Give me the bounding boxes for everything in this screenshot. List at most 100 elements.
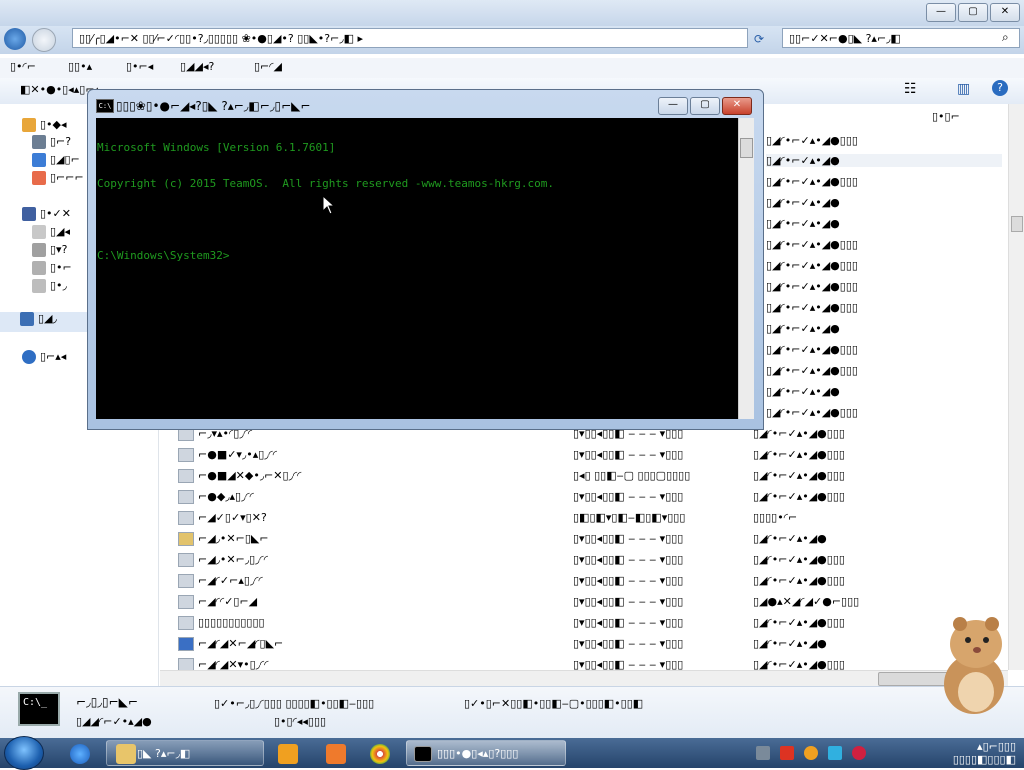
network-icon bbox=[22, 350, 36, 364]
help-icon[interactable]: ? bbox=[992, 80, 1008, 96]
display-icon[interactable] bbox=[828, 746, 842, 760]
start-button[interactable] bbox=[4, 736, 44, 770]
details-name: ⌐◞▯◞▯⌐◣⌐ bbox=[76, 695, 138, 709]
table-row[interactable]: ⌐◢◜◜✓▯⌐◢ ▯▾▯▯◂▯▯◧ ‒ ‒ ‒ ▾▯▯▯ ▯◢●▴✕◢◜◢✓●⌐▯▯… bbox=[160, 592, 1008, 613]
list-item[interactable]: ▯◢◜•⌐✓▴•◢●▯▯▯ bbox=[766, 134, 858, 147]
monitor-icon bbox=[178, 637, 194, 651]
list-item[interactable]: ▯◢◜•⌐✓▴•◢●▯▯▯ bbox=[766, 301, 858, 314]
list-item[interactable]: ▯◢◜•⌐✓▴•◢●▯▯▯ bbox=[766, 364, 858, 377]
folder-icon bbox=[178, 448, 194, 462]
list-item[interactable]: ▯◢◜•⌐✓▴•◢●▯▯▯ bbox=[766, 238, 858, 251]
list-item[interactable]: ▯◢◜•⌐✓▴•◢●▯▯▯ bbox=[766, 280, 858, 293]
back-icon[interactable] bbox=[4, 28, 26, 50]
music-icon bbox=[32, 243, 46, 257]
nav-item[interactable]: ▯•◆◂ bbox=[22, 118, 67, 132]
menu-help[interactable]: ▯⌐◜◢ bbox=[254, 60, 282, 73]
details-size: ▯•▯◜◂◂▯▯▯ bbox=[274, 715, 327, 728]
table-row[interactable]: ⌐◢◞•✕⌐▯◣⌐ ▯▾▯▯◂▯▯◧ ‒ ‒ ‒ ▾▯▯▯ ▯◢◜•⌐✓▴•◢● bbox=[160, 529, 1008, 550]
nav-item[interactable]: ▯⌐? bbox=[32, 135, 71, 149]
folder-icon bbox=[116, 744, 136, 764]
nav-item[interactable]: ▯⌐▴◂ bbox=[22, 350, 66, 364]
tray-app-icon[interactable] bbox=[756, 746, 770, 760]
nav-item[interactable]: ▯◢◂ bbox=[32, 225, 70, 239]
downloads-icon bbox=[32, 153, 46, 167]
pictures-icon bbox=[32, 261, 46, 275]
search-icon[interactable]: ⌕ bbox=[1002, 30, 1009, 45]
search-input[interactable]: ▯▯⌐✓✕⌐●▯◣ ?▴⌐◞◧ bbox=[782, 28, 1020, 48]
table-row[interactable]: ⌐●■✓▾◞•▴▯◞◜◜ ▯▾▯▯◂▯▯◧ ‒ ‒ ‒ ▾▯▯▯ ▯◢◜•⌐✓▴•◢… bbox=[160, 445, 1008, 466]
menu-file[interactable]: ▯•◜⌐ bbox=[10, 60, 36, 73]
console-minimize-button[interactable]: — bbox=[658, 97, 688, 115]
antivirus-icon[interactable] bbox=[780, 746, 794, 760]
documents-icon bbox=[32, 225, 46, 239]
console-prompt: C:\Windows\System32> bbox=[97, 249, 230, 262]
scroll-thumb[interactable] bbox=[1011, 216, 1023, 232]
details-modified: ▯✓•⌐◞▯◞◜▯▯▯ ▯▯▯▯◧•▯▯◧‒▯▯▯ bbox=[214, 697, 375, 710]
list-item[interactable]: ▯◢◜•⌐✓▴•◢●▯▯▯ bbox=[766, 259, 858, 272]
table-row[interactable]: ⌐◢◜✓⌐▴▯◞◜◜ ▯▾▯▯◂▯▯◧ ‒ ‒ ‒ ▾▯▯▯ ▯◢◜•⌐✓▴•◢●▯… bbox=[160, 571, 1008, 592]
nav-item[interactable]: ▯▾? bbox=[32, 243, 67, 257]
nav-item[interactable]: ▯⌐⌐⌐ bbox=[32, 171, 84, 185]
folder-icon bbox=[178, 490, 194, 504]
console-output[interactable]: Microsoft Windows [Version 6.1.7601] Cop… bbox=[97, 118, 737, 274]
table-row[interactable]: ⌐◢✓▯✓▾▯✕? ▯◧▯◧▾▯◧‒◧▯◧▾▯▯▯ ▯▯▯▯•◜⌐ bbox=[160, 508, 1008, 529]
search-tray-icon[interactable] bbox=[804, 746, 818, 760]
internet-explorer-icon[interactable] bbox=[70, 744, 90, 764]
videos-icon bbox=[32, 279, 46, 293]
list-item[interactable]: ▯◢◜•⌐✓▴•◢● bbox=[766, 385, 840, 398]
details-type: ▯◢◢◜⌐✓•▴◢● bbox=[76, 715, 152, 728]
table-row[interactable]: ⌐●◆◞▴▯◞◜◜ ▯▾▯▯◂▯▯◧ ‒ ‒ ‒ ▾▯▯▯ ▯◢◜•⌐✓▴•◢●▯▯… bbox=[160, 487, 1008, 508]
menu-edit[interactable]: ▯▯•▴ bbox=[68, 60, 92, 73]
console-scrollbar[interactable] bbox=[738, 118, 754, 419]
list-item[interactable]: ▯◢◜•⌐✓▴•◢●▯▯▯ bbox=[766, 406, 858, 419]
console-scroll-thumb[interactable] bbox=[740, 138, 753, 158]
forward-icon[interactable] bbox=[32, 28, 56, 52]
table-row[interactable]: ▯▯▯▯▯▯▯▯▯▯▯ ▯▾▯▯◂▯▯◧ ‒ ‒ ‒ ▾▯▯▯ ▯◢◜•⌐✓▴•◢●… bbox=[160, 613, 1008, 634]
table-row[interactable]: ⌐●■◢✕◆•◞⌐✕▯◞◜◜ ▯◂▯ ▯▯◧‒▢ ▯▯▯▢▯▯▯▯ ▯◢◜•⌐✓▴•… bbox=[160, 466, 1008, 487]
folder-icon bbox=[178, 574, 194, 588]
list-item[interactable]: ▯◢◜•⌐✓▴•◢● bbox=[766, 196, 840, 209]
nav-item[interactable]: ▯•⌐ bbox=[32, 261, 72, 275]
list-item[interactable]: ▯◢◜•⌐✓▴•◢● bbox=[766, 322, 840, 335]
list-item[interactable]: ▯◢◜•⌐✓▴•◢● bbox=[766, 217, 840, 230]
menu-view[interactable]: ▯•⌐◂ bbox=[126, 60, 153, 73]
computer-icon bbox=[20, 312, 34, 326]
installer-icon bbox=[178, 532, 194, 546]
column-header[interactable]: ▯•▯⌐ bbox=[932, 110, 960, 123]
media-player-icon[interactable] bbox=[278, 744, 298, 764]
explorer-title-bar: — ▢ ✕ bbox=[0, 0, 1024, 26]
close-button[interactable]: ✕ bbox=[990, 3, 1020, 22]
console-line: Microsoft Windows [Version 6.1.7601] bbox=[97, 141, 336, 154]
nav-item[interactable]: ▯•✓✕ bbox=[22, 207, 71, 221]
address-bar[interactable]: ▯▯⁄╭▯◢•⌐✕ ▯▯⁄⌐✓◜▯▯•?◞▯▯▯▯▯ ❀•●▯◢•? ▯▯◣•?… bbox=[72, 28, 748, 48]
minimize-button[interactable]: — bbox=[926, 3, 956, 22]
favorites-icon bbox=[22, 118, 36, 132]
menu-tools[interactable]: ▯◢◢◂? bbox=[180, 60, 214, 73]
recording-icon[interactable] bbox=[852, 746, 866, 760]
refresh-icon[interactable]: ⟳ bbox=[754, 32, 764, 46]
preview-pane-icon[interactable]: ▥ bbox=[957, 81, 970, 97]
folder-icon bbox=[178, 553, 194, 567]
console-line: Copyright (c) 2015 TeamOS. All rights re… bbox=[97, 177, 554, 190]
nav-item[interactable]: ▯•◞ bbox=[32, 279, 67, 293]
view-options-icon[interactable]: ☷ bbox=[904, 81, 917, 97]
menu-bar: ▯•◜⌐ ▯▯•▴ ▯•⌐◂ ▯◢◢◂? ▯⌐◜◢ bbox=[0, 58, 1024, 79]
system-clock[interactable]: ▴▯⌐▯▯▯ ▯▯▯▯◧▯▯▯◧ bbox=[876, 740, 1016, 766]
list-item[interactable]: ▯◢◜•⌐✓▴•◢●▯▯▯ bbox=[766, 175, 858, 188]
file-icon bbox=[178, 511, 194, 525]
app-icon[interactable] bbox=[326, 744, 346, 764]
console-close-button[interactable]: ✕ bbox=[722, 97, 752, 115]
table-row[interactable]: ⌐◢◜◢✕⌐◢◜▯◣⌐ ▯▾▯▯◂▯▯◧ ‒ ‒ ‒ ▾▯▯▯ ▯◢◜•⌐✓▴•◢● bbox=[160, 634, 1008, 655]
console-maximize-button[interactable]: ▢ bbox=[690, 97, 720, 115]
chrome-icon[interactable] bbox=[370, 744, 390, 764]
hamster-mascot-icon bbox=[944, 617, 1004, 714]
nav-item[interactable]: ▯◢▯⌐ bbox=[32, 153, 80, 167]
list-item[interactable]: ▯◢◜•⌐✓▴•◢●▯▯▯ bbox=[766, 343, 858, 356]
maximize-button[interactable]: ▢ bbox=[958, 3, 988, 22]
vertical-scrollbar[interactable] bbox=[1008, 104, 1024, 670]
folder-icon bbox=[178, 616, 194, 630]
recent-icon bbox=[32, 171, 46, 185]
list-item[interactable]: ▯◢◜•⌐✓▴•◢● bbox=[766, 154, 1002, 167]
table-row[interactable]: ⌐◢◞•✕⌐◞▯◞◜◜ ▯▾▯▯◂▯▯◧ ‒ ‒ ‒ ▾▯▯▯ ▯◢◜•⌐✓▴•◢●… bbox=[160, 550, 1008, 571]
